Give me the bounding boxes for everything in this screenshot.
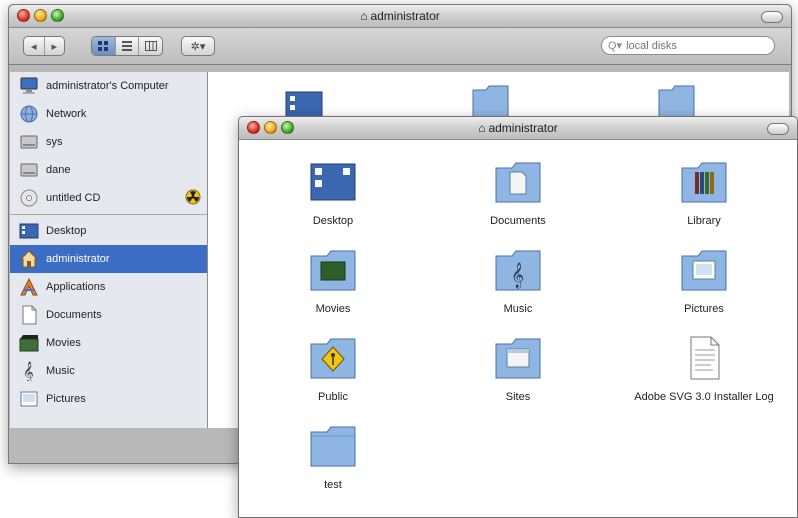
title-bar[interactable]: ⌂ administrator xyxy=(9,5,791,28)
list-view-button[interactable] xyxy=(114,37,139,55)
item-label: Pictures xyxy=(684,303,724,315)
applications-icon xyxy=(18,277,40,297)
item-label: Library xyxy=(687,215,721,227)
sidebar-item-label: Music xyxy=(46,365,75,377)
sidebar-item-documents[interactable]: Documents xyxy=(10,301,207,329)
icon-view-icon xyxy=(98,41,109,51)
documents-icon xyxy=(18,305,40,325)
search-field[interactable]: Q▾ xyxy=(601,36,775,55)
item-public[interactable]: Public xyxy=(258,334,408,404)
text-document-icon xyxy=(690,336,720,380)
back-forward-buttons: ◂ ▸ xyxy=(23,36,65,56)
item-library[interactable]: Library xyxy=(629,158,779,228)
cd-icon xyxy=(18,188,40,208)
sidebar-item-pictures[interactable]: Pictures xyxy=(10,385,207,413)
sidebar-item-computer[interactable]: administrator's Computer xyxy=(10,72,207,100)
search-icon: Q▾ xyxy=(608,40,623,52)
sidebar-item-label: administrator's Computer xyxy=(46,80,169,92)
sidebar-item-sys[interactable]: sys xyxy=(10,128,207,156)
sidebar-item-label: administrator xyxy=(46,253,110,265)
icon-view: Desktop Documents Library Movies 𝄞 Music… xyxy=(239,140,797,517)
item-pictures[interactable]: Pictures xyxy=(629,246,779,316)
column-view-icon xyxy=(144,41,157,51)
hard-disk-icon xyxy=(18,132,40,152)
library-folder-icon xyxy=(681,162,727,203)
item-adobe-svg-log[interactable]: Adobe SVG 3.0 Installer Log xyxy=(629,334,779,404)
view-buttons xyxy=(91,36,163,56)
sidebar-item-label: Pictures xyxy=(46,393,86,405)
sites-folder-icon xyxy=(495,338,541,379)
sidebar-item-administrator[interactable]: administrator xyxy=(10,245,207,273)
item-label: test xyxy=(324,479,342,491)
desktop-icon xyxy=(18,221,40,241)
title-bar[interactable]: ⌂ administrator xyxy=(239,117,797,140)
search-input[interactable] xyxy=(622,39,747,52)
sidebar-divider xyxy=(10,214,207,215)
window-title: ⌂ administrator xyxy=(360,9,440,23)
window-title: ⌂ administrator xyxy=(478,121,558,135)
item-label: Music xyxy=(503,303,533,315)
sidebar-item-label: Applications xyxy=(46,281,106,293)
music-icon: 𝄞 xyxy=(18,361,40,381)
home-icon: ⌂ xyxy=(478,121,486,135)
action-button[interactable]: ✲▾ xyxy=(181,36,215,56)
burn-icon[interactable] xyxy=(185,189,201,208)
desktop-folder-icon xyxy=(310,163,356,201)
item-sites[interactable]: Sites xyxy=(443,334,593,404)
pictures-icon xyxy=(18,389,40,409)
sidebar-item-dane[interactable]: dane xyxy=(10,156,207,184)
forward-button[interactable]: ▸ xyxy=(43,37,65,55)
gear-icon: ✲▾ xyxy=(190,40,206,53)
home-icon xyxy=(18,249,40,269)
item-test[interactable]: test xyxy=(258,422,408,492)
toolbar: ◂ ▸ ✲▾ Q▾ xyxy=(9,28,791,65)
toolbar-toggle-button[interactable] xyxy=(761,11,783,23)
hard-disk-icon xyxy=(18,160,40,180)
home-icon: ⌂ xyxy=(360,9,368,23)
column-view-button[interactable] xyxy=(138,37,162,55)
item-documents[interactable]: Documents xyxy=(443,158,593,228)
sidebar-item-network[interactable]: Network xyxy=(10,100,207,128)
sidebar-item-music[interactable]: 𝄞 Music xyxy=(10,357,207,385)
item-label: Adobe SVG 3.0 Installer Log xyxy=(634,391,774,403)
finder-window-front[interactable]: ⌂ administrator Desktop Documents Library xyxy=(238,116,798,518)
sidebar-item-untitled-cd[interactable]: untitled CD xyxy=(10,184,207,212)
movies-folder-icon xyxy=(310,250,356,291)
documents-folder-icon xyxy=(495,162,541,203)
sidebar-item-desktop[interactable]: Desktop xyxy=(10,217,207,245)
toolbar-toggle-button[interactable] xyxy=(767,123,789,135)
svg-text:𝄞: 𝄞 xyxy=(511,262,524,288)
item-music[interactable]: 𝄞 Music xyxy=(443,246,593,316)
sidebar-item-label: sys xyxy=(46,136,63,148)
music-folder-icon: 𝄞 xyxy=(495,250,541,291)
pictures-folder-icon xyxy=(681,250,727,291)
item-label: Sites xyxy=(505,391,531,403)
sidebar: administrator's Computer Network sys dan… xyxy=(10,72,208,428)
item-label: Desktop xyxy=(312,215,354,227)
sidebar-item-label: Documents xyxy=(46,309,102,321)
back-button[interactable]: ◂ xyxy=(24,37,44,55)
item-label: Documents xyxy=(490,215,546,227)
sidebar-item-label: Movies xyxy=(46,337,81,349)
item-desktop[interactable]: Desktop xyxy=(258,158,408,228)
sidebar-item-label: Desktop xyxy=(46,225,87,237)
svg-text:𝄞: 𝄞 xyxy=(23,362,34,381)
icon-view-button[interactable] xyxy=(92,37,115,55)
computer-icon xyxy=(18,76,40,96)
item-movies[interactable]: Movies xyxy=(258,246,408,316)
list-view-icon xyxy=(122,41,132,51)
movies-icon xyxy=(18,333,40,353)
network-icon xyxy=(18,104,40,124)
sidebar-item-label: Network xyxy=(46,108,87,120)
sidebar-item-applications[interactable]: Applications xyxy=(10,273,207,301)
public-folder-icon xyxy=(310,338,356,379)
folder-icon xyxy=(310,426,356,467)
item-label: Movies xyxy=(315,303,351,315)
item-label: Public xyxy=(318,391,348,403)
sidebar-item-label: untitled CD xyxy=(46,192,101,204)
sidebar-item-movies[interactable]: Movies xyxy=(10,329,207,357)
sidebar-item-label: dane xyxy=(46,164,71,176)
